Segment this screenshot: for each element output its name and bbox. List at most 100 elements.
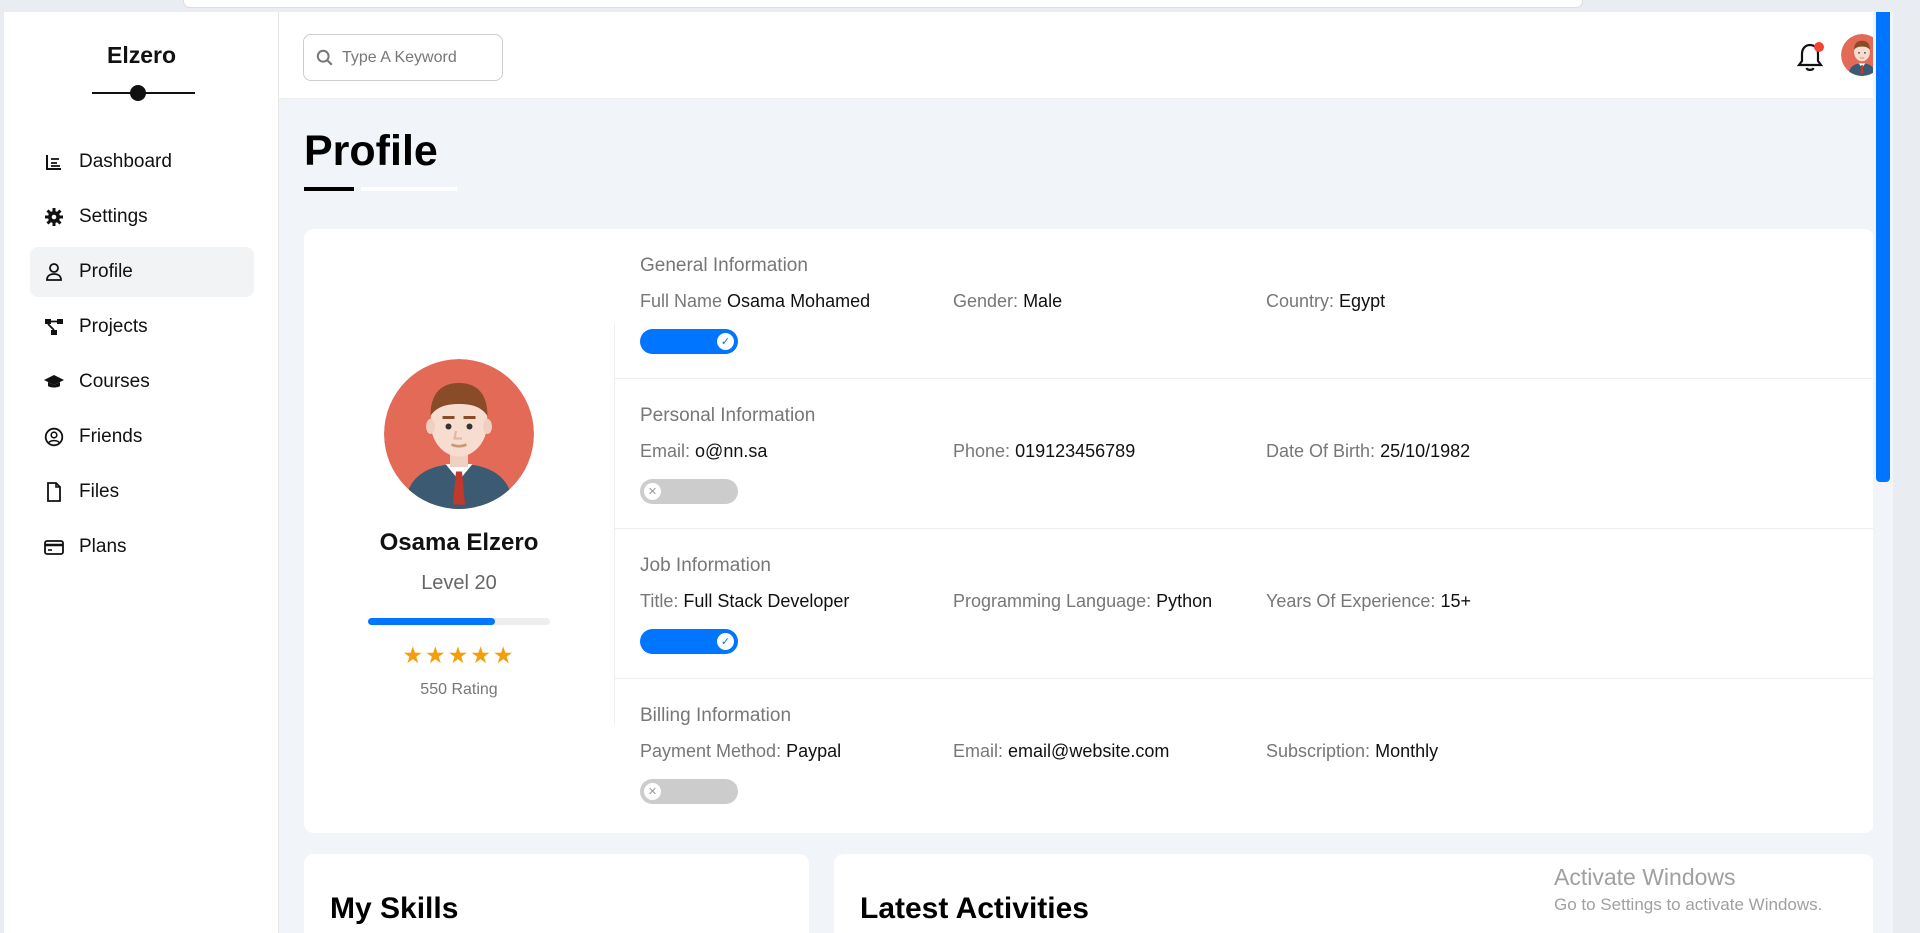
sidebar-item-courses[interactable]: Courses <box>30 357 254 407</box>
sidebar-item-label: Plans <box>79 536 127 557</box>
field-label: Email: <box>953 741 1004 761</box>
sidebar: Elzero Dashboard Settings Profile Projec… <box>4 12 279 933</box>
sidebar-item-label: Profile <box>79 261 133 282</box>
info-box-title: General Information <box>640 255 808 276</box>
job-info-toggle[interactable]: ✓ <box>640 629 738 654</box>
brand-title: Elzero <box>106 42 177 68</box>
sidebar-item-label: Files <box>79 481 120 502</box>
general-information-box: General Information Full Name Osama Moha… <box>615 229 1874 379</box>
profile-summary: Osama Elzero Level 20 ★★★★★ 550 Rating <box>304 229 614 833</box>
search-box[interactable] <box>303 34 503 81</box>
scrollbar[interactable] <box>1873 12 1893 933</box>
brand-dot <box>130 85 146 101</box>
search-input[interactable] <box>342 48 492 67</box>
sidebar-item-files[interactable]: Files <box>30 467 254 517</box>
info-box-title: Personal Information <box>640 405 816 426</box>
info-field-email: Email: o@nn.sa <box>640 441 953 462</box>
notification-button[interactable] <box>1795 42 1825 74</box>
page-title: Profile <box>304 127 438 175</box>
profile-avatar <box>384 359 534 509</box>
sidebar-item-settings[interactable]: Settings <box>30 192 254 242</box>
field-value: Male <box>1023 291 1063 311</box>
info-box-title: Billing Information <box>640 705 792 726</box>
field-value: 019123456789 <box>1015 441 1136 461</box>
info-field-gender: Gender: Male <box>953 291 1266 312</box>
sidebar-nav: Dashboard Settings Profile Projects Cour… <box>30 137 254 577</box>
info-row: Payment Method: Paypal Email: email@webs… <box>640 741 1579 762</box>
info-row: Title: Full Stack Developer Programming … <box>640 591 1579 612</box>
general-info-toggle[interactable]: ✓ <box>640 329 738 354</box>
info-row: Full Name Osama Mohamed Gender: Male Cou… <box>640 291 1579 312</box>
credit-card-icon <box>44 537 64 557</box>
field-label: Gender: <box>953 291 1019 311</box>
field-value: Osama Mohamed <box>727 291 871 311</box>
field-label: Date Of Birth: <box>1266 441 1376 461</box>
avatar-image <box>384 359 534 509</box>
watermark-line-1: Activate Windows <box>1554 864 1736 890</box>
info-field-country: Country: Egypt <box>1266 291 1579 312</box>
info-row: Email: o@nn.sa Phone: 019123456789 Date … <box>640 441 1579 462</box>
app-frame: Elzero Dashboard Settings Profile Projec… <box>4 12 1893 933</box>
field-label: Years Of Experience: <box>1266 591 1436 611</box>
field-label: Full Name <box>640 291 723 311</box>
gear-icon <box>44 207 64 227</box>
check-icon: ✓ <box>717 633 734 650</box>
billing-information-box: Billing Information Payment Method: Payp… <box>615 679 1874 829</box>
field-value: Paypal <box>786 741 842 761</box>
activities-title: Latest Activities <box>860 892 1089 925</box>
info-field-programming-language: Programming Language: Python <box>953 591 1266 612</box>
field-value: Monthly <box>1375 741 1439 761</box>
notification-dot <box>1814 42 1824 52</box>
scrollbar-thumb[interactable] <box>1876 12 1890 482</box>
sidebar-item-label: Projects <box>79 316 148 337</box>
info-field-title: Title: Full Stack Developer <box>640 591 953 612</box>
info-field-billing-email: Email: email@website.com <box>953 741 1266 762</box>
user-circle-icon <box>44 427 64 447</box>
field-value: 25/10/1982 <box>1380 441 1471 461</box>
field-value: email@website.com <box>1008 741 1170 761</box>
graduation-cap-icon <box>44 372 64 392</box>
field-value: o@nn.sa <box>695 441 768 461</box>
windows-activation-watermark: Activate Windows Go to Settings to activ… <box>1554 864 1822 915</box>
sidebar-item-profile[interactable]: Profile <box>30 247 254 297</box>
skills-card: My Skills <box>304 854 809 933</box>
info-field-payment-method: Payment Method: Paypal <box>640 741 953 762</box>
profile-name: Osama Elzero <box>379 529 539 556</box>
info-box-title: Job Information <box>640 555 771 576</box>
profile-level: Level 20 <box>421 572 497 594</box>
job-information-box: Job Information Title: Full Stack Develo… <box>615 529 1874 679</box>
field-label: Country: <box>1266 291 1335 311</box>
address-pill[interactable] <box>183 0 1583 8</box>
field-value: Python <box>1156 591 1213 611</box>
sidebar-item-projects[interactable]: Projects <box>30 302 254 352</box>
field-label: Email: <box>640 441 691 461</box>
field-label: Title: <box>640 591 679 611</box>
field-value: 15+ <box>1440 591 1471 611</box>
skills-title: My Skills <box>330 892 459 925</box>
file-icon <box>44 482 64 502</box>
rating-stars: ★★★★★ <box>402 642 516 668</box>
profile-card: Osama Elzero Level 20 ★★★★★ 550 Rating G… <box>304 229 1874 833</box>
field-label: Phone: <box>953 441 1011 461</box>
chart-icon <box>44 152 64 172</box>
sidebar-item-dashboard[interactable]: Dashboard <box>30 137 254 187</box>
close-icon: ✕ <box>644 483 661 500</box>
info-field-full-name: Full Name Osama Mohamed <box>640 291 953 312</box>
personal-info-toggle[interactable]: ✕ <box>640 479 738 504</box>
title-underline <box>304 187 354 191</box>
sidebar-item-label: Friends <box>79 426 143 447</box>
info-field-years-of-experience: Years Of Experience: 15+ <box>1266 591 1579 612</box>
sidebar-item-label: Courses <box>79 371 150 392</box>
sidebar-item-friends[interactable]: Friends <box>30 412 254 462</box>
field-label: Subscription: <box>1266 741 1371 761</box>
field-label: Payment Method: <box>640 741 782 761</box>
personal-information-box: Personal Information Email: o@nn.sa Phon… <box>615 379 1874 529</box>
search-icon <box>316 49 333 66</box>
billing-info-toggle[interactable]: ✕ <box>640 779 738 804</box>
rating-count: 550 Rating <box>420 681 498 698</box>
check-icon: ✓ <box>717 333 734 350</box>
level-progress-bar <box>368 618 550 625</box>
watermark-line-2: Go to Settings to activate Windows. <box>1554 895 1823 914</box>
field-value: Egypt <box>1339 291 1386 311</box>
sidebar-item-plans[interactable]: Plans <box>30 522 254 572</box>
